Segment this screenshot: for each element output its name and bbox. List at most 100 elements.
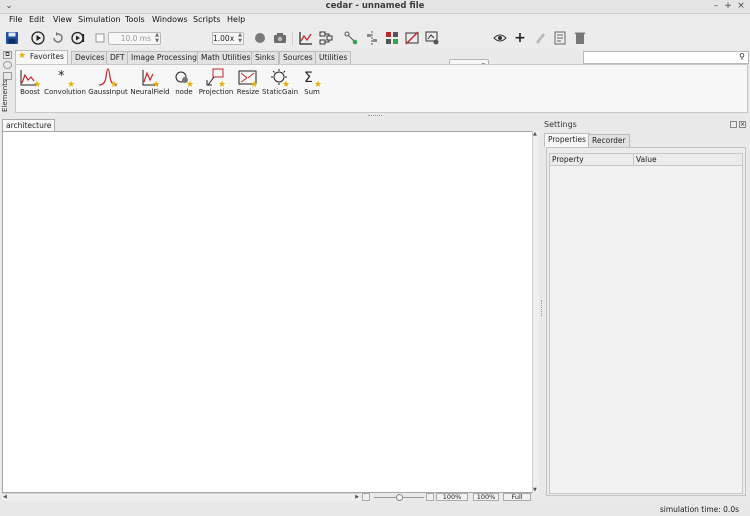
zoom-fit-button[interactable]: Full [503, 493, 531, 501]
svg-text:★: ★ [67, 80, 75, 88]
save-icon[interactable] [4, 30, 20, 46]
svg-text:★: ★ [110, 80, 118, 88]
delete-icon[interactable] [572, 30, 588, 46]
maximize-button[interactable]: + [723, 1, 733, 11]
element-node[interactable]: ★ node [173, 68, 195, 96]
convolution-icon: *★ [58, 69, 75, 88]
menu-help[interactable]: Help [227, 15, 245, 24]
element-boost[interactable]: ★ Boost [18, 68, 42, 96]
zoom-reset-button[interactable]: 100% [473, 493, 499, 501]
zoom-out-button[interactable] [362, 493, 370, 501]
step-size-spinbox[interactable]: 10.0 ms ▲ ▼ [108, 32, 161, 45]
element-label: StaticGain [262, 88, 299, 96]
scroll-up-icon[interactable]: ▲ [533, 131, 537, 137]
element-neuralfield[interactable]: ★ NeuralField [130, 68, 170, 96]
scroll-right-icon[interactable]: ▶ [355, 494, 359, 500]
trigger-icon[interactable] [384, 30, 400, 46]
single-step-icon[interactable] [70, 30, 86, 46]
document-icon[interactable] [552, 30, 568, 46]
close-icon[interactable]: × [739, 121, 746, 128]
menu-windows[interactable]: Windows [152, 15, 188, 24]
spin-arrows-icon[interactable]: ▲ ▼ [155, 32, 159, 44]
element-label: Resize [236, 88, 260, 96]
tab-favorites[interactable]: ★ Favorites [15, 50, 68, 64]
minimize-button[interactable]: – [711, 1, 721, 11]
menu-view[interactable]: View [53, 15, 72, 24]
plot-all-icon[interactable] [298, 30, 314, 46]
play-icon[interactable] [30, 30, 46, 46]
snapshot-icon[interactable] [272, 30, 288, 46]
plot-widget-icon[interactable] [424, 30, 440, 46]
align-icon[interactable] [364, 30, 380, 46]
record-icon[interactable] [252, 30, 268, 46]
vertical-scrollbar[interactable]: ▲ ▼ [532, 131, 539, 493]
column-header-property[interactable]: Property [552, 154, 584, 165]
element-category-tabs: ★ Favorites Devices DFT Image Processing… [15, 50, 583, 64]
reset-icon[interactable] [50, 30, 66, 46]
spin-arrows-icon[interactable]: ▲ ▼ [238, 32, 242, 44]
add-icon[interactable]: + [512, 30, 528, 46]
simulation-time: simulation time: 0.0s [659, 505, 739, 514]
column-header-value[interactable]: Value [633, 154, 657, 165]
zoom-slider-handle[interactable] [395, 494, 403, 501]
tab-recorder[interactable]: Recorder [588, 134, 630, 147]
architecture-canvas[interactable] [2, 131, 533, 493]
menu-scripts[interactable]: Scripts [193, 15, 220, 24]
menu-tools[interactable]: Tools [125, 15, 145, 24]
element-projection[interactable]: ★ Projection [197, 68, 235, 96]
element-sum[interactable]: Σ ★ Sum [300, 68, 324, 96]
tab-properties[interactable]: Properties [544, 133, 590, 147]
tab-sources[interactable]: Sources [279, 51, 317, 64]
visibility-icon[interactable] [492, 30, 508, 46]
element-label: Convolution [44, 88, 86, 96]
float-icon[interactable] [730, 121, 737, 128]
neural-field-icon: ★ [142, 70, 160, 88]
projection-icon: ★ [206, 68, 226, 88]
close-plots-icon[interactable] [404, 30, 420, 46]
menu-file[interactable]: File [9, 15, 22, 24]
element-search-input[interactable]: ⚲ [583, 51, 749, 64]
element-label: GaussInput [88, 88, 128, 96]
arrange-icon[interactable] [318, 30, 334, 46]
horizontal-scrollbar[interactable]: ◀ ▶ [2, 493, 360, 501]
splitter-handle[interactable] [541, 300, 543, 316]
scroll-down-icon[interactable]: ▼ [533, 487, 537, 493]
svg-text:★: ★ [152, 80, 160, 88]
element-resize[interactable]: ★ Resize [236, 68, 260, 96]
tab-math-utilities[interactable]: Math Utilities [197, 51, 255, 64]
edit-icon[interactable] [532, 30, 548, 46]
element-convolution[interactable]: * ★ Convolution [44, 68, 86, 96]
tab-label: Favorites [30, 52, 64, 61]
close-button[interactable]: × [736, 1, 746, 11]
speed-factor-spinbox[interactable]: 1.00x ▲ ▼ [212, 32, 244, 45]
speed-factor-value: 1.00x [213, 34, 235, 43]
tab-devices[interactable]: Devices [71, 51, 109, 64]
step-size-value: 10.0 ms [120, 34, 151, 43]
boost-icon: ★ [20, 70, 41, 88]
element-staticgain[interactable]: ★ StaticGain [262, 68, 298, 96]
zoom-in-button[interactable] [426, 493, 434, 501]
search-icon: ⚲ [739, 52, 745, 61]
splitter-handle[interactable] [368, 115, 382, 117]
tab-sinks[interactable]: Sinks [251, 51, 279, 64]
custom-step-checkbox[interactable] [92, 30, 108, 46]
float-icon[interactable]: ⧉ [3, 51, 12, 59]
elements-dock-label: Elements [1, 79, 9, 112]
property-table[interactable]: Property Value [549, 153, 743, 494]
menu-edit[interactable]: Edit [29, 15, 45, 24]
menu-simulation[interactable]: Simulation [78, 15, 121, 24]
tab-architecture[interactable]: architecture [2, 119, 56, 131]
status-bar [0, 503, 750, 516]
svg-text:★: ★ [282, 80, 290, 88]
tab-dft[interactable]: DFT [106, 51, 129, 64]
connect-icon[interactable] [343, 30, 359, 46]
scroll-left-icon[interactable]: ◀ [3, 494, 7, 500]
menu-bar: File Edit View Simulation Tools Windows … [0, 14, 750, 27]
tab-utilities[interactable]: Utilities [315, 51, 352, 64]
element-label: Sum [304, 88, 320, 96]
element-gaussinput[interactable]: ★ GaussInput [88, 68, 128, 96]
tab-image-processing[interactable]: Image Processing [127, 51, 201, 64]
zoom-value-field[interactable]: 100% [436, 493, 468, 501]
main-toolbar: 10.0 ms ▲▼ 1.00x ▲▼ ▾ + [0, 28, 750, 73]
dock-close-icon[interactable] [3, 61, 12, 69]
